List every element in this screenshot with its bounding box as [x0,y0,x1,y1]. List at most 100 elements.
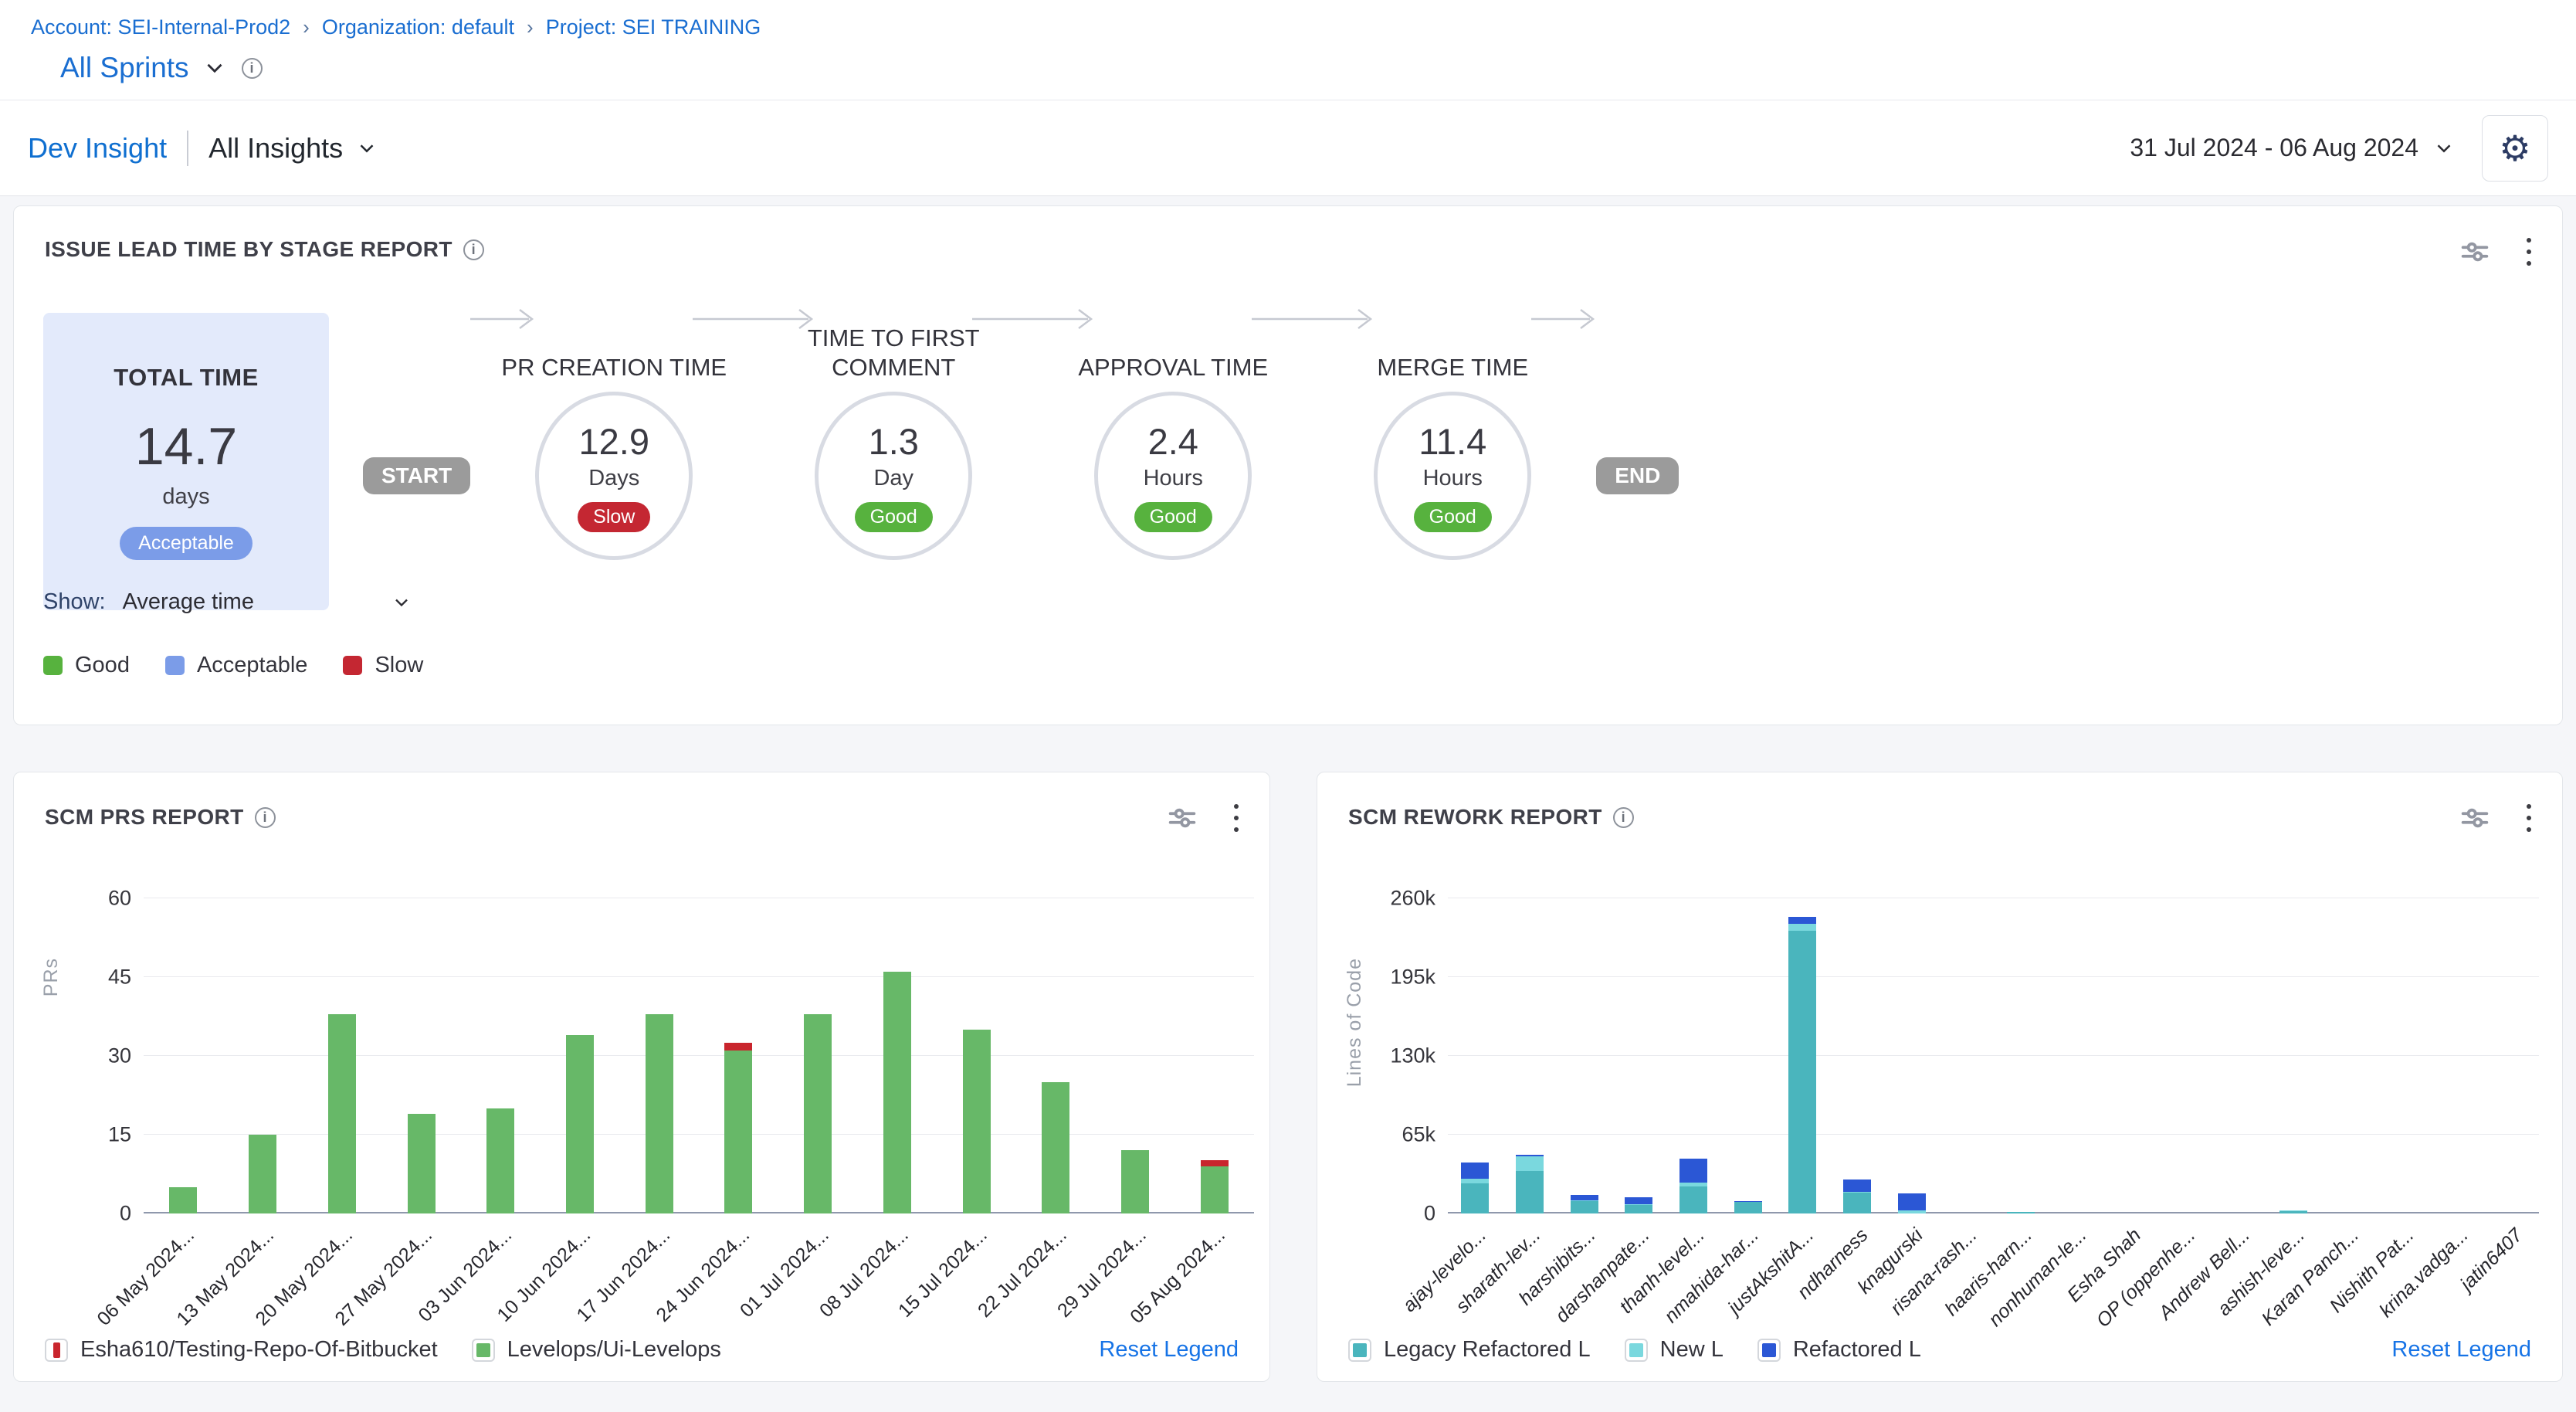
bar-segment [1571,1201,1598,1213]
end-pill: END [1596,457,1679,494]
kebab-menu-icon[interactable] [2523,235,2534,269]
bar-segment [646,1014,673,1213]
panel-title: SCM PRS REPORTi [45,805,276,830]
bar-14-05-aug-2024-[interactable] [1201,1160,1229,1213]
breadcrumb-link[interactable]: Organization: default [322,15,514,39]
bar-segment [328,1014,356,1213]
reset-legend-link[interactable]: Reset Legend [1099,1337,1239,1363]
reset-legend-link[interactable]: Reset Legend [2391,1337,2531,1363]
bar-2-13-may-2024-[interactable] [249,1135,276,1213]
bars-layer [1448,898,2539,1213]
bar-segment [804,1014,832,1213]
info-icon[interactable]: i [1613,807,1634,828]
show-value: Average time [123,589,374,615]
bar-5-thanh-level-[interactable] [1679,1159,1707,1213]
bar-segment [1898,1210,1926,1213]
stage-unit: Hours [1423,466,1483,491]
bar-3-harshibits-[interactable] [1571,1195,1598,1213]
bar-7-justakshita-[interactable] [1788,917,1816,1213]
filter-sliders-icon[interactable] [1164,800,1200,836]
bar-16-ashish-leve-[interactable] [2279,1210,2307,1213]
bar-7-17-jun-2024-[interactable] [646,1014,673,1213]
legend-item[interactable]: Legacy Refactored L [1348,1337,1591,1363]
bar-9-01-jul-2024-[interactable] [804,1014,832,1213]
dashboard: ISSUE LEAD TIME BY STAGE REPORT i TOTAL … [0,196,2576,1382]
date-range-picker[interactable]: 31 Jul 2024 - 06 Aug 2024 [2130,134,2456,162]
stage-time-to-first-comment[interactable]: TIME TO FIRST COMMENT1.3DayGood [815,305,972,560]
kebab-menu-icon[interactable] [2523,801,2534,835]
bar-13-29-jul-2024-[interactable] [1121,1150,1149,1213]
legend-item[interactable]: Slow [343,653,423,678]
total-time-badge: Acceptable [120,527,253,560]
info-icon[interactable]: i [242,58,263,79]
legend-label: Legacy Refactored L [1384,1337,1591,1363]
chevron-down-icon [2432,137,2456,160]
info-icon[interactable]: i [463,239,484,260]
bar-2-sharath-lev-[interactable] [1516,1155,1544,1213]
show-metric-dropdown[interactable]: Show: Average time [43,589,412,615]
bar-6-nmahida-har-[interactable] [1734,1201,1762,1213]
breadcrumb-link[interactable]: Project: SEI TRAINING [546,15,761,39]
panel-title-text: ISSUE LEAD TIME BY STAGE REPORT [45,237,452,262]
stage-approval-time[interactable]: APPROVAL TIME2.4HoursGood [1094,305,1252,560]
stage-value: 1.3 [869,420,919,463]
stage-pr-creation-time[interactable]: PR CREATION TIME12.9DaysSlow [535,305,693,560]
breadcrumb-separator: › [303,15,310,39]
bar-segment [1461,1163,1489,1179]
sprint-selector[interactable]: All Sprints [60,52,228,84]
bar-segment [1625,1205,1652,1213]
bar-segment [724,1051,752,1213]
kebab-menu-icon[interactable] [1231,801,1242,835]
insight-selector[interactable]: All Insights [208,132,378,165]
bar-10-08-jul-2024-[interactable] [883,972,911,1213]
legend-item[interactable]: New L [1625,1337,1724,1363]
filter-sliders-icon[interactable] [2457,234,2493,270]
bar-4-27-may-2024-[interactable] [408,1114,436,1213]
bar-segment [1121,1150,1149,1213]
bar-6-10-jun-2024-[interactable] [566,1035,594,1213]
bar-12-22-jul-2024-[interactable] [1042,1082,1069,1213]
chevron-down-icon [391,592,412,613]
legend-swatch [343,656,362,675]
legend-item[interactable]: Levelops/Ui-Levelops [472,1337,721,1363]
bar-9-knagurski[interactable] [1898,1193,1926,1213]
stage-circle: 1.3DayGood [815,392,972,560]
bar-segment [1201,1166,1229,1213]
bar-5-03-jun-2024-[interactable] [486,1108,514,1213]
bar-8-24-jun-2024-[interactable] [724,1043,752,1213]
y-tick-label: 60 [108,887,131,911]
bar-4-darshanpate-[interactable] [1625,1197,1652,1213]
stage-status-badge: Slow [578,502,650,532]
legend-item[interactable]: Good [43,653,130,678]
bar-8-ndharness[interactable] [1843,1179,1871,1213]
top-header: Account: SEI-Internal-Prod2 › Organization… [0,0,2576,196]
bar-segment [883,972,911,1213]
bar-3-20-may-2024-[interactable] [328,1014,356,1213]
bar-1-ajay-levelo-[interactable] [1461,1163,1489,1213]
bar-segment [1461,1183,1489,1213]
info-icon[interactable]: i [255,807,276,828]
legend-label: Esha610/Testing-Repo-Of-Bitbucket [80,1337,438,1363]
filter-sliders-icon[interactable] [2457,800,2493,836]
breadcrumb-link[interactable]: Account: SEI-Internal-Prod2 [31,15,290,39]
legend-item[interactable]: Esha610/Testing-Repo-Of-Bitbucket [45,1337,438,1363]
total-time-card: TOTAL TIME 14.7 days Acceptable [43,313,329,610]
date-range-label: 31 Jul 2024 - 06 Aug 2024 [2130,134,2418,162]
bar-11-haaris-harn-[interactable] [2007,1212,2035,1213]
bar-segment [2007,1212,2035,1213]
bar-11-15-jul-2024-[interactable] [963,1030,991,1213]
bar-segment [1843,1193,1871,1213]
legend-item[interactable]: Acceptable [165,653,308,678]
stage-title: TIME TO FIRST COMMENT [766,305,1021,382]
legend-label: Refactored L [1793,1337,1921,1363]
settings-button[interactable]: ⚙ [2482,115,2548,182]
bar-segment [1201,1160,1229,1166]
vertical-divider [187,131,188,166]
stage-merge-time[interactable]: MERGE TIME11.4HoursGood [1374,305,1531,560]
bar-1-06-may-2024-[interactable] [169,1187,197,1213]
breadcrumb: Account: SEI-Internal-Prod2 › Organization… [31,15,2545,39]
legend-item[interactable]: Refactored L [1757,1337,1921,1363]
bar-segment [249,1135,276,1213]
legend-label: Levelops/Ui-Levelops [507,1337,721,1363]
insight-title[interactable]: Dev Insight [28,132,167,165]
